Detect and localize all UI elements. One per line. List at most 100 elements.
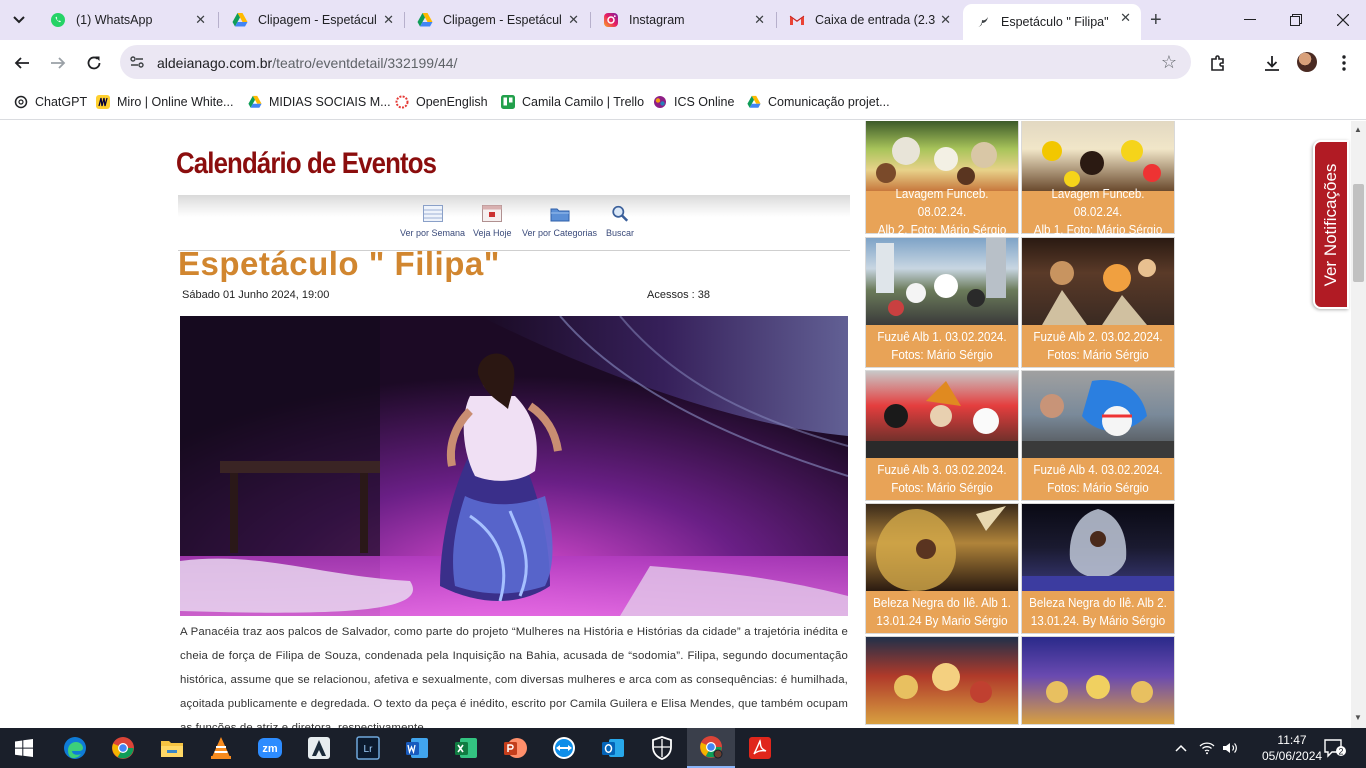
notifications-button[interactable]: Ver Notificações — [1313, 140, 1349, 309]
photo-gallery: Lavagem Funceb. 08.02.24. Alb 2. Foto: Má… — [863, 121, 1175, 728]
taskbar-edge[interactable] — [51, 728, 99, 768]
gallery-item[interactable]: Fuzuê Alb 2. 03.02.2024. Fotos: Mário Sér… — [1021, 237, 1175, 368]
bookmark-star-icon[interactable]: ☆ — [1161, 52, 1177, 73]
gallery-item[interactable]: Fuzuê Alb 3. 03.02.2024. Fotos: Mário Sér… — [865, 370, 1019, 501]
gallery-item[interactable]: Beleza Negra do Ilê. Alb 2. 13.01.24. By … — [1021, 503, 1175, 634]
taskbar-chrome-active[interactable] — [687, 728, 735, 768]
close-icon[interactable]: ✕ — [383, 13, 394, 27]
gallery-item[interactable]: Beleza Negra do Ilê. Alb 1. 13.01.24 By M… — [865, 503, 1019, 634]
gallery-thumbnail — [1022, 504, 1174, 591]
google-drive-icon — [248, 95, 262, 109]
arrow-right-icon — [51, 57, 66, 69]
gallery-item[interactable]: Lavagem Funceb. 08.02.24. Alb 1. Foto: Má… — [1021, 121, 1175, 237]
close-icon[interactable]: ✕ — [195, 13, 206, 27]
chrome-icon — [112, 737, 134, 759]
page-scrollbar[interactable]: ▲ ▼ — [1351, 121, 1366, 728]
bookmark-comunicacao[interactable]: Comunicação projet... — [747, 92, 890, 112]
notification-icon: 2 — [1324, 739, 1346, 758]
event-photo — [180, 316, 848, 616]
taskbar-excel[interactable] — [442, 728, 490, 768]
taskbar-inkscape[interactable] — [295, 728, 343, 768]
nav-ver-por-semana[interactable]: Ver por Semana — [400, 205, 465, 238]
svg-text:zm: zm — [262, 743, 278, 755]
nav-buscar[interactable]: Buscar — [606, 205, 634, 238]
close-icon[interactable]: ✕ — [940, 13, 951, 27]
reload-button[interactable] — [82, 51, 106, 75]
download-icon — [1265, 56, 1279, 71]
gallery-item[interactable]: Fuzuê Alb 4. 03.02.2024. Fotos: Mário Sér… — [1021, 370, 1175, 501]
profile-avatar[interactable] — [1297, 52, 1317, 72]
restore-button[interactable] — [1273, 8, 1319, 32]
nav-veja-hoje[interactable]: Veja Hoje — [473, 205, 512, 238]
tab-gmail[interactable]: Caixa de entrada (2.3 ✕ — [777, 6, 961, 34]
tab-instagram[interactable]: Instagram ✕ — [591, 6, 775, 34]
new-tab-button[interactable]: + — [1150, 10, 1162, 30]
taskbar-chrome[interactable] — [99, 728, 147, 768]
gallery-thumbnail — [866, 121, 1018, 191]
taskbar-acrobat[interactable] — [736, 728, 784, 768]
taskbar-zoom[interactable]: zm — [246, 728, 294, 768]
edge-icon — [64, 737, 86, 759]
taskbar-file-explorer[interactable] — [148, 728, 196, 768]
taskbar-teamviewer[interactable] — [540, 728, 588, 768]
gallery-item[interactable] — [865, 636, 1019, 725]
taskbar-word[interactable] — [393, 728, 441, 768]
svg-text:Lr: Lr — [364, 744, 374, 755]
tab-search-button[interactable] — [6, 7, 32, 33]
ics-icon — [653, 95, 667, 109]
taskbar-vlc[interactable] — [197, 728, 245, 768]
bookmark-openenglish[interactable]: OpenEnglish — [395, 92, 488, 112]
puzzle-icon — [1211, 55, 1224, 71]
taskbar-outlook[interactable] — [589, 728, 637, 768]
taskbar-clock[interactable]: 11:47 05/06/2024 — [1262, 732, 1322, 764]
tray-overflow-button[interactable] — [1175, 728, 1187, 768]
notification-center-button[interactable]: 2 — [1324, 728, 1346, 768]
close-window-button[interactable] — [1320, 8, 1366, 32]
acrobat-icon — [749, 737, 771, 759]
bookmark-miro[interactable]: Miro | Online White... — [96, 92, 233, 112]
scroll-down-icon[interactable]: ▼ — [1354, 713, 1362, 722]
excel-icon — [455, 738, 477, 758]
close-icon[interactable]: ✕ — [568, 13, 579, 27]
back-button[interactable] — [10, 51, 34, 75]
url-host: aldeianago.com.br — [157, 55, 273, 71]
site-settings-icon[interactable] — [129, 54, 145, 75]
tab-espetaculo-filipa[interactable]: Espetáculo " Filipa" ✕ — [963, 4, 1141, 40]
close-icon[interactable]: ✕ — [1120, 11, 1131, 25]
network-button[interactable] — [1199, 728, 1215, 768]
tab-separator — [218, 12, 219, 28]
gallery-item[interactable]: Fuzuê Alb 1. 03.02.2024. Fotos: Mário Sér… — [865, 237, 1019, 368]
extensions-button[interactable] — [1207, 52, 1229, 74]
gallery-item[interactable]: Lavagem Funceb. 08.02.24. Alb 2. Foto: Má… — [865, 121, 1019, 237]
nav-ver-por-categorias[interactable]: Ver por Categorias — [522, 205, 597, 238]
scroll-thumb[interactable] — [1353, 184, 1364, 282]
arrow-left-icon — [14, 57, 29, 69]
tab-whatsapp[interactable]: (1) WhatsApp ✕ — [38, 6, 216, 34]
tab-clipagem-2[interactable]: Clipagem - Espetácul ✕ — [405, 6, 589, 34]
tab-clipagem-1[interactable]: Clipagem - Espetácul ✕ — [220, 6, 404, 34]
week-view-icon — [422, 205, 443, 222]
bookmark-ics-online[interactable]: ICS Online — [653, 92, 734, 112]
gallery-caption: Lavagem Funceb. 08.02.24. Alb 2. Foto: Má… — [877, 187, 1007, 237]
forward-button[interactable] — [46, 51, 70, 75]
event-access-count: Acessos : 38 — [647, 289, 710, 301]
downloads-button[interactable] — [1261, 52, 1283, 74]
taskbar-powerpoint[interactable] — [491, 728, 539, 768]
gallery-item[interactable] — [1021, 636, 1175, 725]
close-icon[interactable]: ✕ — [754, 13, 765, 27]
file-explorer-icon — [161, 741, 183, 757]
minimize-button[interactable] — [1227, 8, 1273, 32]
menu-button[interactable] — [1333, 52, 1355, 74]
address-bar[interactable]: aldeianago.com.br/teatro/eventdetail/332… — [120, 45, 1191, 79]
taskbar-lightroom[interactable]: Lr — [344, 728, 392, 768]
restore-icon — [1290, 14, 1302, 26]
gallery-caption: Fuzuê Alb 1. 03.02.2024. Fotos: Mário Sér… — [877, 330, 1007, 362]
start-button[interactable] — [0, 728, 48, 768]
volume-button[interactable] — [1222, 728, 1238, 768]
bookmark-midias-sociais[interactable]: MIDIAS SOCIAIS M... — [248, 92, 391, 112]
security-icon — [652, 736, 672, 760]
scroll-up-icon[interactable]: ▲ — [1354, 125, 1362, 134]
bookmark-chatgpt[interactable]: ChatGPT — [14, 92, 87, 112]
taskbar-security[interactable] — [638, 728, 686, 768]
bookmark-trello[interactable]: Camila Camilo | Trello — [501, 92, 644, 112]
